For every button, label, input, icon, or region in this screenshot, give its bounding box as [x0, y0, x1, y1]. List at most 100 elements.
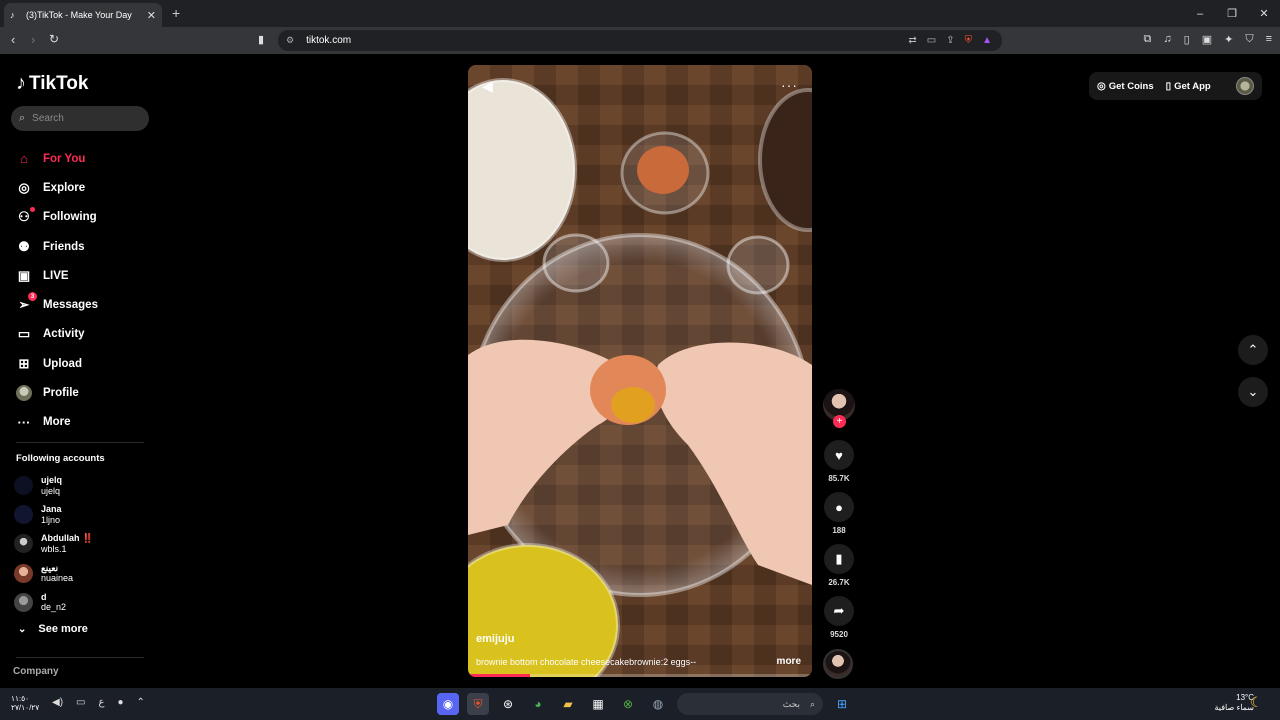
creator-avatar[interactable]: +: [823, 389, 855, 428]
taskbar-search[interactable]: بحث ⌕: [677, 693, 823, 715]
tiktok-logo[interactable]: ♪ TikTok: [16, 72, 88, 95]
see-more-label: See more: [38, 623, 88, 635]
tray-chevron-icon[interactable]: ⌃: [137, 697, 145, 708]
account-item[interactable]: ujelq ujelq: [14, 471, 93, 500]
nav-live[interactable]: ▣ LIVE: [16, 261, 98, 290]
nav-label: LIVE: [43, 269, 69, 282]
video-author[interactable]: emijuju: [476, 633, 515, 645]
media-icon[interactable]: ♫: [1163, 33, 1171, 46]
save-action[interactable]: ▮ 26.7K: [821, 544, 857, 587]
get-app-label: Get App: [1174, 80, 1211, 92]
comment-action[interactable]: ● 188: [821, 492, 857, 535]
nav-activity[interactable]: ▭ Activity: [16, 320, 98, 349]
screenshot-icon[interactable]: ⧉: [1144, 33, 1152, 46]
minimize-button[interactable]: –: [1184, 0, 1216, 27]
share-icon[interactable]: ⇪: [946, 35, 954, 46]
activity-icon: ▭: [17, 326, 31, 342]
vpn-icon[interactable]: ⛉: [1245, 33, 1253, 46]
tab-close-icon[interactable]: ✕: [147, 9, 156, 22]
microphone-icon[interactable]: ●: [117, 697, 123, 708]
discord-icon[interactable]: ◉: [437, 693, 459, 715]
system-tray: ◀) ▭ ع ● ⌃: [52, 697, 145, 708]
account-handle: wbls.1: [41, 543, 67, 554]
translate-icon[interactable]: ⇄: [908, 35, 916, 46]
heart-icon[interactable]: ♥: [824, 440, 854, 470]
leo-ai-icon[interactable]: ✦: [1224, 33, 1233, 46]
windows-start-icon[interactable]: ⊞: [831, 693, 853, 715]
more-options-icon[interactable]: ···: [781, 77, 798, 93]
maximize-button[interactable]: ❐: [1216, 0, 1248, 27]
video-progress-bar[interactable]: [468, 674, 812, 677]
brave-shield-icon[interactable]: ⛨: [965, 35, 973, 46]
moon-icon: ☾: [1250, 694, 1263, 710]
back-icon[interactable]: ‹: [11, 32, 15, 47]
follow-plus-icon[interactable]: +: [833, 415, 846, 428]
like-action[interactable]: ♥ 85.7K: [821, 440, 857, 483]
close-window-button[interactable]: ✕: [1248, 0, 1280, 27]
see-more-button[interactable]: ⌄ See more: [18, 623, 88, 635]
user-avatar[interactable]: [1236, 77, 1254, 95]
brave-icon[interactable]: ⛨: [467, 693, 489, 715]
search-input[interactable]: [32, 113, 133, 124]
nav-upload[interactable]: ⊞ Upload: [16, 349, 98, 378]
sound-avatar[interactable]: [823, 649, 853, 679]
steam-icon[interactable]: ◍: [647, 693, 669, 715]
site-info-icon[interactable]: ⚙: [286, 35, 294, 46]
chrome-icon[interactable]: ◕: [527, 693, 549, 715]
new-tab-button[interactable]: +: [172, 5, 180, 21]
share-arrow-icon[interactable]: ➦: [824, 596, 854, 626]
account-item[interactable]: Abdullah ‼️ wbls.1: [14, 529, 93, 558]
bookmark-icon[interactable]: ▮: [258, 33, 264, 46]
reload-icon[interactable]: ↻: [49, 32, 59, 46]
clock-date: ٢٧/١٠/٢٧: [11, 703, 40, 712]
account-display-name: Jana: [41, 504, 62, 515]
address-bar[interactable]: ⚙ tiktok.com ⇄ ▭ ⇪ ⛨ ▲: [278, 30, 1002, 51]
profile-avatar: [16, 385, 32, 402]
taskbar-apps: ◉ ⛨ ⊛ ◕ ▰ ▦ ⊗ ◍ بحث ⌕ ⊞: [437, 693, 853, 715]
video-player[interactable]: ◀ ··· emijuju brownie bottom chocolate c…: [468, 65, 812, 677]
next-video-button[interactable]: ⌄: [1238, 377, 1268, 407]
account-avatar: [14, 534, 33, 554]
volume-icon[interactable]: ◀: [482, 78, 493, 95]
share-action[interactable]: ➦ 9520: [821, 596, 857, 639]
network-icon[interactable]: ▭: [76, 697, 85, 708]
chevron-up-icon: ⌃: [1247, 342, 1259, 357]
language-indicator[interactable]: ع: [98, 697, 104, 708]
previous-video-button[interactable]: ⌃: [1238, 335, 1268, 365]
nav-explore[interactable]: ◎ Explore: [16, 173, 98, 202]
nav-messages[interactable]: ➢ 3 Messages: [16, 290, 98, 319]
search-box[interactable]: ⌕: [11, 106, 149, 131]
get-coins-button[interactable]: ◎ Get Coins: [1097, 81, 1154, 92]
weather-widget[interactable]: 13°C سماء صافية: [1206, 693, 1254, 713]
live-icon: ▣: [17, 267, 31, 283]
nav-for-you[interactable]: ⌂ For You: [16, 144, 98, 173]
account-item[interactable]: d de_n2: [14, 588, 93, 617]
nav-following[interactable]: ⚇ Following: [16, 203, 98, 232]
browser-tab[interactable]: ♪ (3)TikTok - Make Your Day ✕: [4, 3, 162, 27]
nav-profile[interactable]: Profile: [16, 378, 98, 407]
caption-more-button[interactable]: more: [777, 656, 801, 667]
xbox-icon[interactable]: ⊗: [617, 693, 639, 715]
cast-icon[interactable]: ▭: [927, 35, 936, 46]
taskbar-clock[interactable]: ١١:٥٠ ٢٧/١٠/٢٧: [11, 694, 39, 712]
clock-time: ١١:٥٠: [11, 694, 30, 703]
speaker-icon[interactable]: ◀): [52, 697, 63, 708]
steering-app-icon[interactable]: ⊛: [497, 693, 519, 715]
more-icon: ···: [17, 414, 31, 430]
wallet-icon[interactable]: ▣: [1202, 33, 1212, 46]
brave-rewards-icon[interactable]: ▲: [982, 35, 992, 46]
bookmark-save-icon[interactable]: ▮: [824, 544, 854, 574]
forward-icon[interactable]: ›: [31, 32, 35, 47]
company-link[interactable]: Company: [13, 666, 59, 677]
account-item[interactable]: Jana 1ljno: [14, 500, 93, 529]
store-icon[interactable]: ▦: [587, 693, 609, 715]
get-app-button[interactable]: ▯ Get App: [1166, 81, 1211, 92]
file-explorer-icon[interactable]: ▰: [557, 693, 579, 715]
menu-icon[interactable]: ≡: [1266, 33, 1272, 46]
nav-label: Activity: [43, 328, 85, 341]
sidebar-toggle-icon[interactable]: ▯: [1184, 33, 1190, 46]
account-item[interactable]: نعينع nuainea: [14, 559, 93, 588]
nav-more[interactable]: ··· More: [16, 408, 98, 437]
nav-friends[interactable]: ⚉ Friends: [16, 232, 98, 261]
comment-icon[interactable]: ●: [824, 492, 854, 522]
